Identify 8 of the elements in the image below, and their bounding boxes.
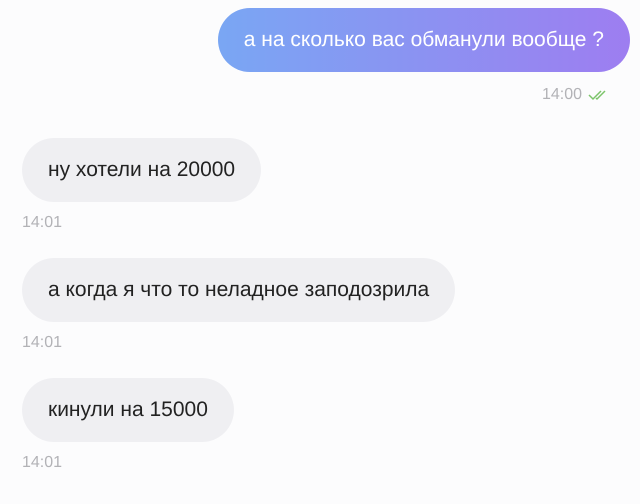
message-bubble: а когда я что то неладное заподозрила bbox=[22, 258, 456, 322]
message-time: 14:01 bbox=[22, 214, 62, 232]
message-time: 14:00 bbox=[542, 86, 582, 104]
message-bubble: а на сколько вас обманули вообще ? bbox=[218, 8, 630, 72]
message-bubble: кинули на 15000 bbox=[22, 378, 234, 442]
message-bubble: ну хотели на 20000 bbox=[22, 138, 262, 202]
message-time: 14:01 bbox=[22, 454, 62, 472]
message-time: 14:01 bbox=[22, 334, 62, 352]
